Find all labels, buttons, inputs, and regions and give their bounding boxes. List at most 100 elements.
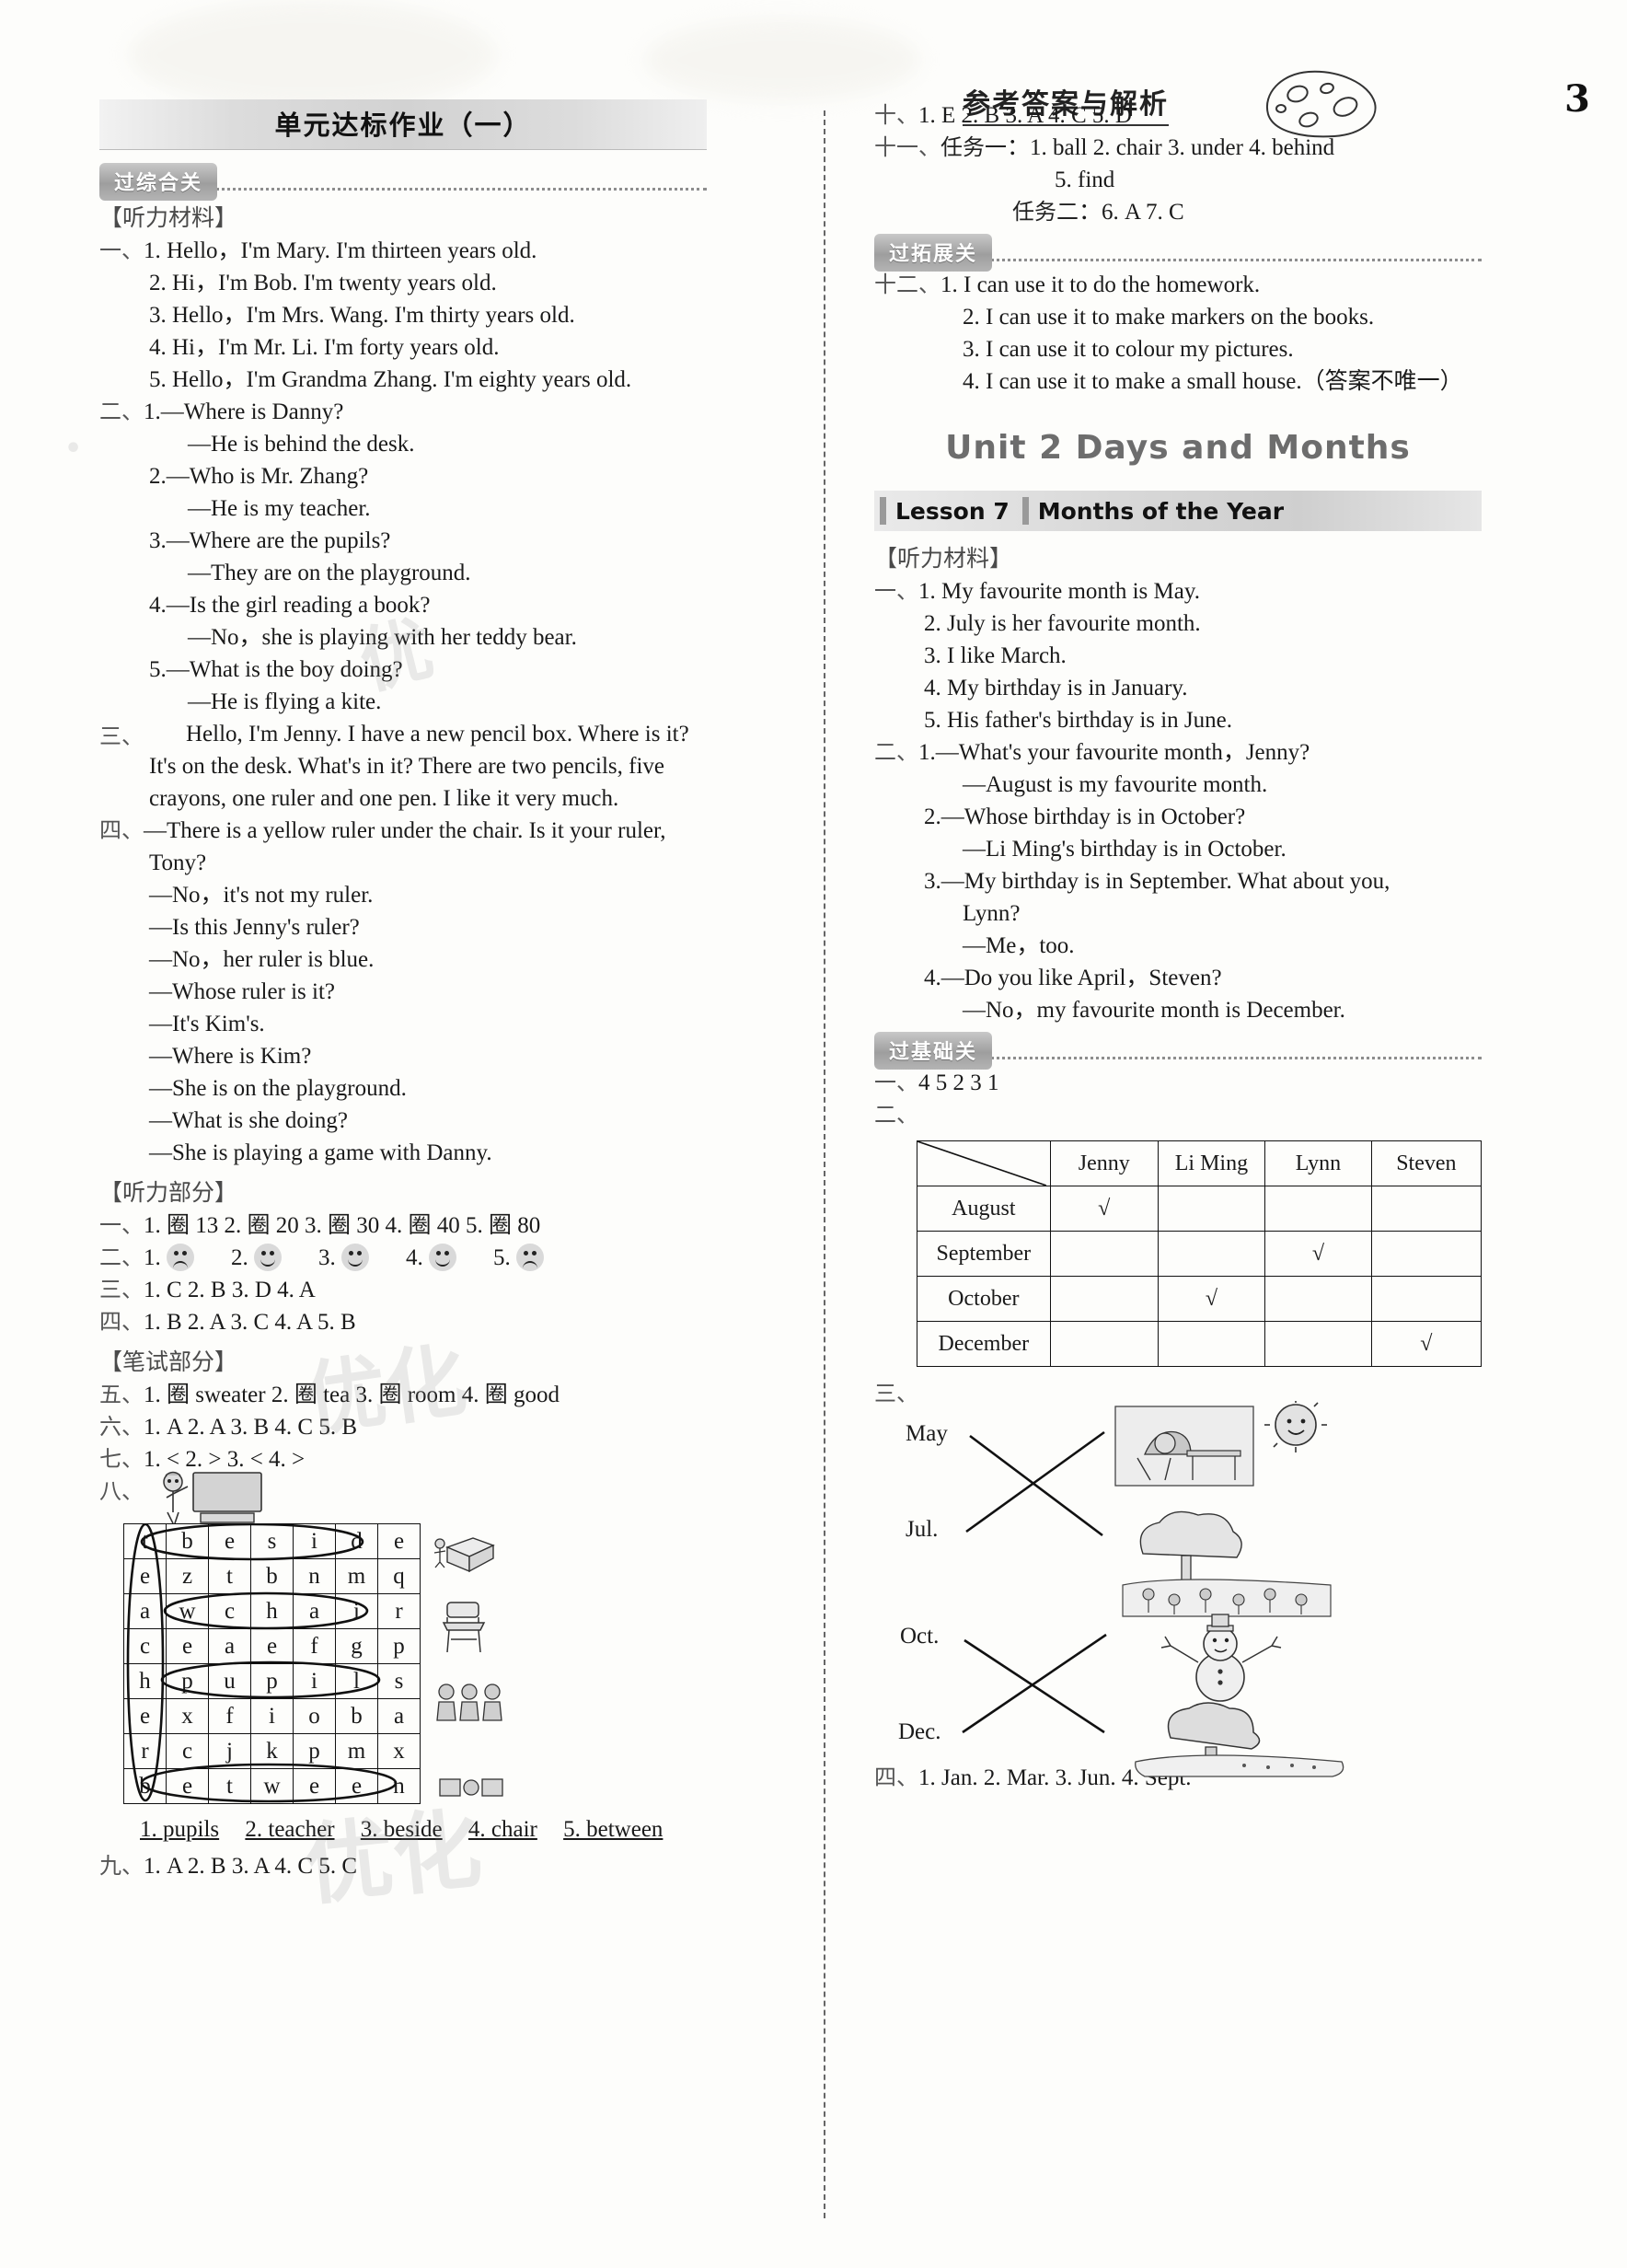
answer-line: 一、1. 圈 13 2. 圈 20 3. 圈 30 4. 圈 40 5. 圈 8…: [99, 1209, 707, 1242]
item-number: 二、: [874, 1102, 918, 1128]
item-text: 3. I like March.: [924, 643, 1067, 668]
grid-cell: j: [208, 1733, 251, 1769]
grid-cell: r: [123, 1733, 167, 1769]
item-number: 七、: [99, 1446, 144, 1472]
grid-cell: g: [335, 1628, 378, 1664]
watermark-edge: •: [64, 433, 83, 465]
listening-line: 二、1.—Where is Danny?: [99, 396, 707, 428]
teacher-blackboard-clipart: [155, 1470, 265, 1529]
line-may-to-jul-image: [969, 1434, 1103, 1537]
column-divider: [824, 110, 825, 2218]
grid-row: c e a e f g p: [123, 1628, 421, 1664]
grid-cell: e: [166, 1768, 209, 1804]
listening-line: 四、—There is a yellow ruler under the cha…: [99, 815, 707, 847]
listening-line: —It's Kim's.: [99, 1008, 707, 1040]
item-number: 九、: [99, 1853, 144, 1879]
listening-material-label: 【听力材料】: [99, 204, 238, 231]
listening-line: —Whose ruler is it?: [99, 976, 707, 1008]
listening-line: 一、1. Hello，I'm Mary. I'm thirteen years …: [99, 235, 707, 267]
row-header-september: September: [917, 1231, 1051, 1277]
grid-cell: t: [208, 1768, 251, 1804]
answer-line: 八、: [99, 1471, 707, 1524]
item-number: 二、: [874, 739, 918, 765]
lesson-tick-mid: [1021, 497, 1029, 525]
grid-cell: r: [377, 1593, 421, 1629]
grid-row: t b e s i d e: [123, 1523, 421, 1559]
matching-exercise: May Jul. Oct. Dec.: [874, 1401, 1482, 1777]
grid-cell: c: [208, 1593, 251, 1629]
check-cell: √: [1157, 1276, 1266, 1322]
answer-line: 4. I can use it to make a small house.（答…: [874, 365, 1482, 398]
answer-line: 十一、任务一：1. ball 2. chair 3. under 4. behi…: [874, 134, 1335, 160]
grid-row: r c j k p m x: [123, 1733, 421, 1769]
ws-answer: 3. beside: [360, 1817, 443, 1842]
listening-line: —No，she is playing with her teddy bear.: [99, 621, 707, 654]
grid-cell: l: [335, 1663, 378, 1699]
listening-line: —Where is Kim?: [99, 1040, 707, 1072]
written-part-label: 【笔试部分】: [99, 1348, 238, 1375]
item-text: Lynn?: [963, 901, 1021, 926]
grid-cell: n: [377, 1768, 421, 1804]
item-number: 五、: [99, 1382, 144, 1407]
line-jul-to-may-image: [965, 1430, 1105, 1533]
check-cell: √: [1049, 1186, 1159, 1232]
grid-row: a w c h a i r: [123, 1593, 421, 1629]
answer-text: 5. find: [1055, 168, 1115, 192]
item-text: 2.—Whose birthday is in October?: [924, 804, 1246, 829]
table-row: August √: [917, 1186, 1483, 1232]
item-text: —Is this Jenny's ruler?: [149, 915, 360, 940]
grid-cell: p: [166, 1663, 209, 1699]
unit2-heading: Unit 2 Days and Months: [945, 429, 1411, 467]
grid-cell: w: [250, 1768, 294, 1804]
row-header-october: October: [917, 1276, 1051, 1322]
grid-cell: b: [166, 1523, 209, 1559]
listening-line: 2. July is her favourite month.: [874, 608, 1482, 640]
grid-cell: d: [335, 1523, 378, 1559]
grid-row: e z t b n m q: [123, 1558, 421, 1594]
row-header-december: December: [917, 1321, 1051, 1367]
grid-cell: b: [335, 1698, 378, 1734]
ws-answer: 5. between: [563, 1817, 663, 1842]
listening-line: 4. My birthday is in January.: [874, 672, 1482, 704]
grid-cell: e: [166, 1628, 209, 1664]
check-cell: [1264, 1321, 1372, 1367]
sad-face-icon: [167, 1244, 194, 1271]
item-text: 4. My birthday is in January.: [924, 676, 1188, 700]
grid-cell: n: [293, 1558, 336, 1594]
check-cell: [1264, 1276, 1372, 1322]
item-text: —What is she doing?: [149, 1108, 348, 1133]
listening-line: 2.—Whose birthday is in October?: [874, 801, 1482, 833]
answer-line: 四、1. B 2. A 3. C 4. A 5. B: [99, 1306, 707, 1338]
grid-cell: p: [250, 1663, 294, 1699]
item-number: 三、: [99, 1277, 144, 1302]
column-header-jenny: Jenny: [1049, 1140, 1159, 1186]
grid-cell: i: [293, 1663, 336, 1699]
lesson-tick-left: [880, 497, 886, 525]
listening-line: 3.—My birthday is in September. What abo…: [874, 865, 1482, 897]
answer-text: 2. I can use it to make markers on the b…: [963, 305, 1375, 330]
item-text: —She is on the playground.: [149, 1076, 407, 1101]
item-number: 二、: [99, 399, 144, 424]
listening-line: —August is my favourite month.: [874, 769, 1482, 801]
item-text: 1.—What's your favourite month，Jenny?: [918, 740, 1310, 765]
listening-line: Lynn?: [874, 897, 1482, 930]
item-text: —Whose ruler is it?: [149, 979, 336, 1004]
item-text: —No，my favourite month is December.: [963, 998, 1345, 1023]
item-text: 4.—Do you like April，Steven?: [924, 966, 1222, 990]
item-number: 十二、: [874, 272, 940, 297]
item-number: 十一、: [874, 134, 940, 160]
listening-line: 4.—Is the girl reading a book?: [99, 589, 707, 621]
item-text: 1. Hello，I'm Mary. I'm thirteen years ol…: [144, 238, 537, 263]
grid-row: b e t w e e n: [123, 1768, 421, 1804]
page-header: 参考答案与解析 3: [0, 40, 1627, 138]
grid-cell: z: [166, 1558, 209, 1594]
item-text: —No，it's not my ruler.: [149, 883, 374, 908]
left-column: 单元达标作业（一） 过综合关 【听力材料】 一、1. Hello，I'm Mar…: [99, 99, 707, 1882]
column-header-lynn: Lynn: [1264, 1140, 1372, 1186]
grid-cell: e: [123, 1698, 167, 1734]
table-row: September √: [917, 1231, 1483, 1277]
listening-line: 2.—Who is Mr. Zhang?: [99, 460, 707, 492]
grid-cell: x: [377, 1733, 421, 1769]
answer-text: 1. E 2. B 3. A 4. C 5. D: [918, 103, 1132, 128]
listening-line: —What is she doing?: [99, 1105, 707, 1137]
